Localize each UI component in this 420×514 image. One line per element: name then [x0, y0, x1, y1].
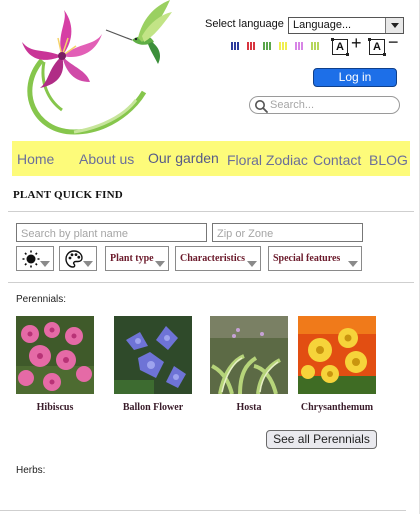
special-features-dropdown[interactable]: Special features — [268, 246, 362, 271]
color-swatch-yellow[interactable] — [279, 37, 290, 50]
sun-filter-dropdown[interactable] — [16, 246, 54, 271]
plant-name-balloon-flower[interactable]: Ballon Flower — [112, 402, 194, 413]
plant-type-dropdown[interactable]: Plant type — [105, 246, 169, 271]
chrysanthemum-image[interactable] — [298, 316, 376, 394]
plant-name-chrysanthemum[interactable]: Chrysanthemum — [294, 402, 380, 413]
page: Select language Language... A + A − Log … — [0, 0, 420, 514]
plant-name-hibiscus[interactable]: Hibiscus — [16, 402, 94, 413]
zip-zone-field — [212, 223, 363, 243]
color-filter-dropdown[interactable] — [59, 246, 97, 271]
search-icon[interactable] — [254, 99, 268, 113]
select-language-label: Select language — [205, 18, 284, 30]
hibiscus-image[interactable] — [16, 316, 94, 394]
nav-item-about-us[interactable]: About us — [79, 151, 134, 167]
palette-icon — [65, 250, 83, 268]
main-nav: Home About us Our garden Floral Zodiac C… — [12, 141, 410, 176]
special-features-label: Special features — [273, 253, 341, 264]
nav-item-floral-zodiac[interactable]: Floral Zodiac — [227, 152, 308, 168]
sun-icon — [22, 250, 40, 268]
color-swatch-green[interactable] — [263, 37, 274, 50]
font-box-icon: A — [331, 38, 349, 56]
font-size-controls: A + A − — [330, 33, 405, 56]
login-button[interactable]: Log in — [313, 68, 397, 87]
font-box-icon: A — [368, 38, 386, 56]
see-all-perennials-button[interactable]: See all Perennials — [266, 430, 377, 449]
plant-name-hosta[interactable]: Hosta — [210, 402, 288, 413]
divider — [8, 282, 414, 283]
dropdown-arrow-icon — [40, 261, 50, 267]
divider — [0, 510, 406, 511]
nav-item-home[interactable]: Home — [17, 151, 54, 167]
site-search — [249, 96, 400, 114]
font-decrease-button[interactable]: − — [388, 33, 399, 51]
balloon-flower-image[interactable] — [114, 316, 192, 394]
hummingbird-lily-logo[interactable] — [14, 0, 174, 138]
nav-item-blog[interactable]: BLOG — [369, 152, 408, 168]
font-increase-button[interactable]: + — [351, 34, 362, 52]
divider — [8, 211, 414, 212]
dropdown-arrow-icon — [155, 261, 165, 267]
color-swatch-pink[interactable] — [295, 37, 306, 50]
nav-item-contact[interactable]: Contact — [313, 152, 361, 168]
search-input[interactable] — [270, 98, 392, 112]
herbs-heading: Herbs: — [16, 465, 46, 476]
plant-name-field — [16, 223, 207, 243]
nav-item-our-garden[interactable]: Our garden — [148, 150, 219, 166]
color-swatch-blue[interactable] — [231, 37, 242, 50]
characteristics-dropdown[interactable]: Characteristics — [175, 246, 261, 271]
characteristics-label: Characteristics — [180, 253, 245, 264]
chevron-down-icon[interactable] — [385, 18, 403, 33]
dropdown-arrow-icon — [348, 261, 358, 267]
language-select[interactable]: Language... — [288, 17, 404, 34]
dropdown-arrow-icon — [83, 261, 93, 267]
perennials-heading: Perennials: — [16, 294, 67, 305]
zip-zone-input[interactable] — [213, 225, 362, 243]
plant-quick-find-title: PLANT QUICK FIND — [13, 189, 123, 201]
color-swatch-lime[interactable] — [311, 37, 322, 50]
language-select-value: Language... — [293, 19, 352, 31]
hosta-image[interactable] — [210, 316, 288, 394]
plant-name-input[interactable] — [17, 225, 206, 243]
color-swatch-red[interactable] — [247, 37, 258, 50]
dropdown-arrow-icon — [247, 261, 257, 267]
